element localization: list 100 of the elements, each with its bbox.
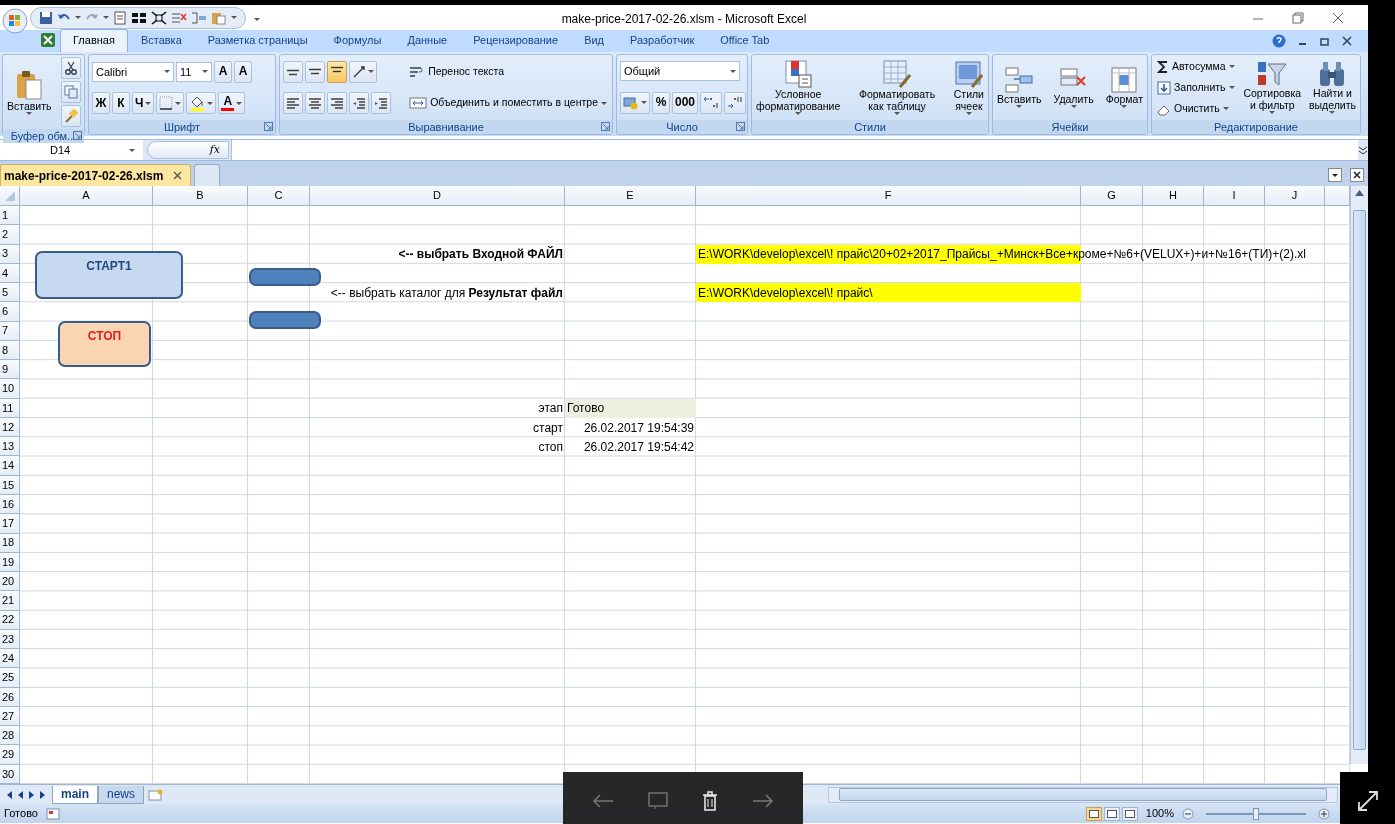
row-header[interactable]: 21	[0, 591, 20, 611]
toolbar-button[interactable]: Ч	[132, 92, 155, 115]
insert-function-button[interactable]: fx	[147, 141, 229, 159]
row-header[interactable]: 22	[0, 610, 20, 630]
column-header[interactable]: C	[248, 186, 310, 206]
ribbon-button[interactable]: Заполнить	[1155, 78, 1237, 97]
zoom-in-icon[interactable]	[1318, 807, 1330, 820]
zoom-out-icon[interactable]	[1182, 807, 1194, 820]
toolbar-button[interactable]: 000	[672, 91, 699, 114]
ribbon-tab[interactable]: Данные	[394, 28, 461, 52]
row-header[interactable]: 18	[0, 533, 20, 553]
row-header[interactable]: 23	[0, 629, 20, 650]
view-button[interactable]	[1121, 806, 1138, 821]
column-header[interactable]: B	[153, 186, 248, 206]
restore-icon[interactable]	[1320, 36, 1330, 46]
view-button[interactable]	[1085, 806, 1102, 821]
ribbon-button[interactable]: Форматировать как таблицу	[857, 59, 937, 116]
ribbon-button[interactable]: Вставить	[996, 66, 1043, 109]
toolbar-button[interactable]	[156, 92, 185, 115]
toolbar-button[interactable]: К	[112, 92, 130, 115]
ribbon-button[interactable]: Формат	[1104, 66, 1144, 109]
column-header[interactable]: A	[20, 186, 153, 206]
ribbon-tab[interactable]: Вставка	[127, 28, 195, 52]
macro-record-icon[interactable]	[45, 807, 60, 820]
row-header[interactable]: 19	[0, 552, 20, 573]
row-header[interactable]: 25	[0, 668, 20, 688]
macro-button[interactable]	[249, 311, 321, 329]
toolbar-button[interactable]	[327, 60, 347, 83]
row-header[interactable]: 29	[0, 745, 20, 765]
row-header[interactable]: 7	[0, 321, 20, 341]
ribbon-tab[interactable]: Office Tab	[707, 28, 783, 52]
toolbar-button[interactable]	[186, 92, 217, 115]
toolbar-button[interactable]: A	[214, 60, 232, 83]
column-header[interactable]: I	[1204, 186, 1265, 206]
close-icon[interactable]	[1342, 36, 1352, 46]
close-icon[interactable]	[173, 171, 183, 180]
row-header[interactable]: 15	[0, 475, 20, 495]
column-header[interactable]: J	[1265, 186, 1325, 206]
restore-icon[interactable]	[1292, 11, 1304, 24]
ribbon-tab[interactable]: Вид	[571, 28, 618, 52]
row-header[interactable]: 16	[0, 495, 20, 515]
row-header[interactable]: 5	[0, 283, 20, 303]
ribbon-tab[interactable]: Разметка страницы	[194, 28, 321, 52]
ribbon-button[interactable]: Объединить и поместить в центре	[407, 94, 609, 113]
row-header[interactable]: 17	[0, 514, 20, 534]
row-header[interactable]: 8	[0, 340, 20, 361]
ribbon-tab[interactable]: Формулы	[320, 28, 395, 52]
trash-icon[interactable]	[702, 790, 718, 811]
ribbon-button[interactable]: Перенос текста	[407, 62, 609, 81]
ribbon-button[interactable]: Сортировка и фильтр	[1242, 60, 1303, 115]
close-icon[interactable]	[1350, 168, 1364, 182]
ribbon-tab[interactable]: Разработчик	[617, 28, 708, 52]
column-header[interactable]: H	[1143, 186, 1204, 206]
ribbon-button[interactable]: Автосумма	[1155, 57, 1237, 76]
row-header[interactable]: 30	[0, 764, 20, 784]
row-header[interactable]: 14	[0, 456, 20, 476]
dialog-launcher-icon[interactable]	[264, 122, 273, 131]
ribbon-button[interactable]: Удалить	[1052, 66, 1095, 109]
row-header[interactable]: 9	[0, 360, 20, 380]
toolbar-button[interactable]	[371, 92, 391, 115]
expand-icon[interactable]	[1358, 145, 1368, 155]
row-header[interactable]: 24	[0, 649, 20, 669]
save-icon[interactable]	[39, 10, 53, 25]
row-header[interactable]: 20	[0, 572, 20, 592]
toolbar-button[interactable]: %	[652, 91, 670, 114]
row-header[interactable]: 26	[0, 687, 20, 707]
toolbar-button[interactable]	[305, 60, 325, 83]
formula-field[interactable]	[231, 140, 1358, 160]
frame-icon[interactable]	[648, 791, 668, 810]
row-header[interactable]: 10	[0, 379, 20, 399]
help-icon[interactable]	[1272, 34, 1286, 48]
delete-rows-icon[interactable]	[171, 10, 187, 25]
toolbar-button[interactable]	[61, 57, 81, 79]
dropdown-icon[interactable]	[1328, 168, 1342, 182]
ribbon-button[interactable]: Найти и выделить	[1307, 60, 1357, 115]
print-preview-icon[interactable]	[113, 10, 127, 25]
horizontal-scrollbar[interactable]	[828, 786, 1338, 803]
toolbar-button[interactable]	[283, 92, 303, 115]
fit-screen-icon[interactable]	[151, 10, 167, 25]
toolbar-button[interactable]	[283, 60, 303, 83]
grid-icon[interactable]	[131, 10, 147, 25]
row-header[interactable]: 13	[0, 437, 20, 457]
toolbar-button[interactable]	[700, 91, 723, 114]
dialog-launcher-icon[interactable]	[601, 122, 610, 131]
sheet-tab[interactable]: news	[98, 785, 145, 804]
column-header[interactable]: E	[565, 186, 696, 206]
row-header[interactable]: 2	[0, 225, 20, 245]
row-header[interactable]: 4	[0, 263, 20, 284]
row-header[interactable]: 11	[0, 398, 20, 418]
row-header[interactable]: 3	[0, 244, 20, 264]
ribbon-button[interactable]: Условное форматирование	[755, 59, 842, 116]
toolbar-button[interactable]	[327, 92, 347, 115]
back-arrow-icon[interactable]	[592, 792, 614, 809]
row-header[interactable]: 27	[0, 706, 20, 727]
row-header[interactable]: 28	[0, 726, 20, 746]
dropdown-field[interactable]: Общий	[620, 61, 740, 82]
dialog-launcher-icon[interactable]	[736, 122, 745, 131]
sheet-tab[interactable]: main	[52, 785, 98, 804]
ribbon-button[interactable]: Стили ячеек	[952, 59, 985, 116]
ribbon-tab[interactable]: Главная	[60, 28, 128, 52]
